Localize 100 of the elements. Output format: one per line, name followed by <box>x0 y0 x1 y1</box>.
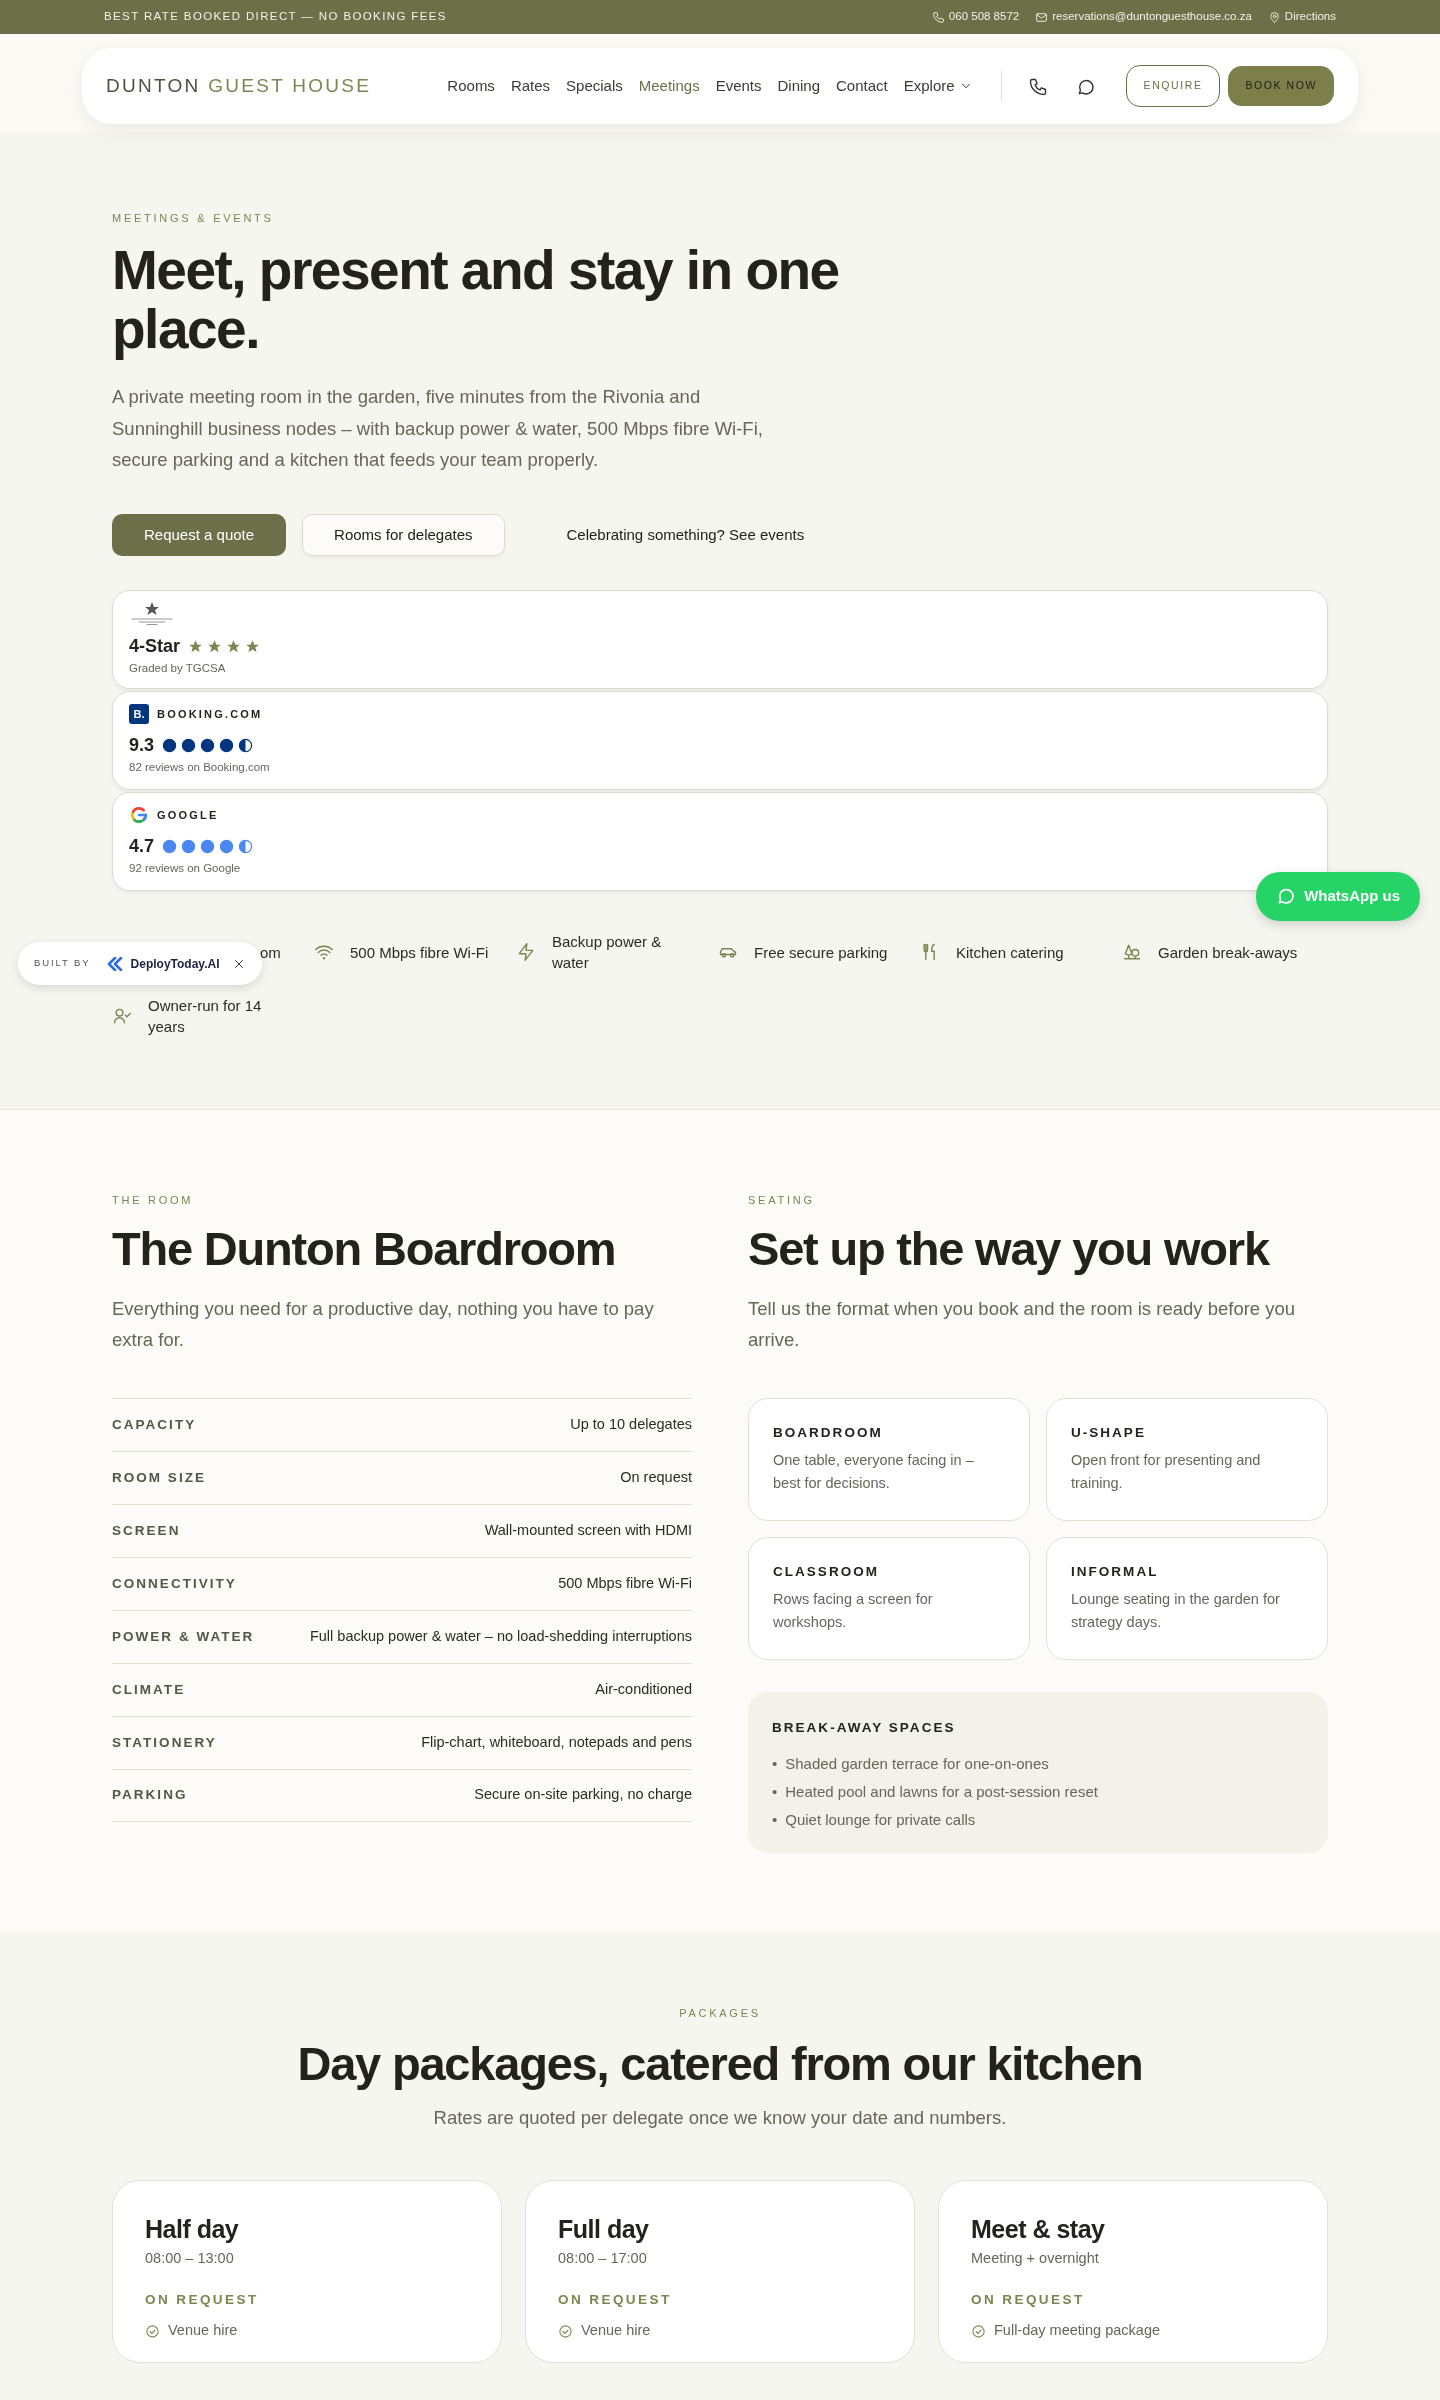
tagline-text: BEST RATE BOOKED DIRECT — NO BOOKING FEES <box>104 9 447 25</box>
brand-logo[interactable]: DUNTON GUEST HOUSE <box>106 71 372 101</box>
dot-icon <box>181 839 197 855</box>
enquire-button[interactable]: ENQUIRE <box>1125 65 1221 107</box>
chevrons-logo-icon <box>106 956 123 971</box>
rating-score: 4-Star <box>129 635 181 659</box>
nav-link[interactable]: Events <box>707 74 770 98</box>
package-item: Venue hire <box>168 2321 238 2341</box>
spec-value: Air-conditioned <box>595 1680 692 1699</box>
nav-link[interactable]: Rates <box>502 74 559 98</box>
map-pin-icon <box>1267 10 1281 24</box>
email-link[interactable]: reservations@duntonguesthouse.co.za <box>1052 8 1252 26</box>
section-text: Everything you need for a productive day, nothing you have to pay extra for. <box>112 1297 655 1353</box>
layout-name: U-SHAPE <box>1071 1423 1147 1442</box>
booking-logo: B. <box>129 704 149 725</box>
dot-icon <box>200 839 216 855</box>
section-title: Day packages, catered from our kitchen <box>296 2035 1144 2092</box>
feature-label: Owner-run for 14 years <box>148 996 263 1038</box>
spec-label: PARKING <box>112 1786 188 1805</box>
book-now-button[interactable]: BOOK NOW <box>1228 66 1334 106</box>
rating-source: BOOKING.COM <box>157 707 263 723</box>
check-circle-icon <box>558 2323 573 2339</box>
section-title: The Dunton Boardroom <box>112 1220 617 1277</box>
package-name: Full day <box>558 2213 650 2245</box>
dot-icon <box>181 738 197 754</box>
layout-name: CLASSROOM <box>773 1562 880 1581</box>
phone-icon <box>1027 76 1048 97</box>
rating-caption: Graded by TGCSA <box>129 661 227 677</box>
package-time: Meeting + overnight <box>971 2249 1100 2269</box>
package-time: 08:00 – 17:00 <box>558 2249 648 2269</box>
dot-icon <box>219 839 235 855</box>
rating-source: GOOGLE <box>157 808 219 824</box>
nav-link[interactable]: Contact <box>828 74 896 98</box>
feature-label: 500 Mbps fibre Wi-Fi <box>350 942 489 963</box>
section-title: Set up the way you work <box>748 1220 1271 1277</box>
dot-icon <box>162 738 178 754</box>
feature-label: om <box>260 942 281 963</box>
section-eyebrow: SEATING <box>748 1193 816 1209</box>
delegates-button[interactable]: Rooms for delegates <box>302 513 505 557</box>
package-name: Half day <box>145 2213 240 2245</box>
breakaway-title: BREAK-AWAY SPACES <box>772 1718 957 1737</box>
package-price: ON REQUEST <box>971 2290 1086 2309</box>
dot-icon <box>162 839 178 855</box>
half-dot-icon <box>238 738 254 754</box>
spec-value: Secure on-site parking, no charge <box>474 1785 692 1805</box>
breakaway-item: • Heated pool and lawns for a post-session reset <box>772 1781 1099 1802</box>
layout-name: BOARDROOM <box>773 1423 884 1442</box>
spec-label: CAPACITY <box>112 1415 197 1434</box>
spec-label: CONNECTIVITY <box>112 1574 237 1593</box>
spec-label: ROOM SIZE <box>112 1468 206 1487</box>
package-item: Full-day meeting package <box>994 2321 1161 2341</box>
package-item: Venue hire <box>581 2321 651 2341</box>
feature-label: Backup power & water <box>552 932 663 974</box>
hero-text: A private meeting room in the garden, five minutes from the Rivonia and Sunninghill business nodes – with backup power & water, 500 Mbps fibre Wi-Fi, secure parking and a kitchen that feeds your team properly. <box>112 385 764 473</box>
feature-label: Free secure parking <box>754 942 888 963</box>
spec-value: On request <box>620 1468 692 1487</box>
layout-text: Lounge seating in the garden for strategy days. <box>1071 1590 1281 1632</box>
spec-label: CLIMATE <box>112 1680 186 1699</box>
spec-value: Up to 10 delegates <box>570 1415 692 1434</box>
directions-link[interactable]: Directions <box>1284 8 1336 26</box>
package-name: Meet & stay <box>971 2213 1106 2245</box>
layout-name: INFORMAL <box>1071 1562 1160 1581</box>
section-text: Rates are quoted per delegate once we know your date and numbers. <box>432 2106 1008 2131</box>
lightning-icon <box>516 942 536 963</box>
google-logo-icon <box>129 805 149 826</box>
hero-title: Meet, present and stay in one place. <box>112 240 840 360</box>
nav-link[interactable]: Dining <box>769 74 829 98</box>
nav-link[interactable]: Meetings <box>630 74 708 98</box>
spec-value: Flip-chart, whiteboard, notepads and pens <box>421 1733 692 1752</box>
nav-link[interactable]: Rooms <box>439 74 503 98</box>
spec-label: POWER & WATER <box>112 1627 255 1646</box>
section-eyebrow: PACKAGES <box>678 2006 762 2022</box>
rating-caption: 82 reviews on Booking.com <box>129 760 271 776</box>
spec-label: STATIONERY <box>112 1733 217 1752</box>
spec-label: SCREEN <box>112 1521 181 1540</box>
layout-text: Open front for presenting and training. <box>1071 1451 1262 1493</box>
explore-menu[interactable]: Explore <box>895 74 981 98</box>
dot-icon <box>219 738 235 754</box>
phone-link[interactable]: 060 508 8572 <box>948 8 1020 26</box>
nav-link[interactable]: Specials <box>558 74 631 98</box>
quote-button[interactable]: Request a quote <box>112 513 287 557</box>
check-circle-icon <box>145 2323 160 2339</box>
spec-value: Wall-mounted screen with HDMI <box>484 1521 692 1540</box>
built-by-brand: DeployToday.AI <box>130 955 220 973</box>
layout-text: One table, everyone facing in – best for decisions. <box>773 1451 975 1493</box>
events-link[interactable]: Celebrating something? See events <box>520 513 851 557</box>
package-price: ON REQUEST <box>558 2290 673 2309</box>
feature-label: Kitchen catering <box>956 942 1064 963</box>
section-eyebrow: MEETINGS & EVENTS <box>112 211 275 226</box>
chat-icon <box>1276 886 1297 907</box>
spec-value: Full backup power & water – no load-shedding interruptions <box>309 1627 692 1646</box>
breakaway-item: • Quiet lounge for private calls <box>772 1809 977 1830</box>
mail-icon <box>1035 10 1049 24</box>
rating-score: 4.7 <box>129 835 155 859</box>
package-price: ON REQUEST <box>145 2290 260 2309</box>
package-time: 08:00 – 13:00 <box>145 2249 235 2269</box>
rating-score: 9.3 <box>129 734 155 758</box>
breakaway-item: • Shaded garden terrace for one-on-ones <box>772 1754 1050 1775</box>
rating-caption: 92 reviews on Google <box>129 861 242 877</box>
section-text: Tell us the format when you book and the room is ready before you arrive. <box>748 1297 1297 1353</box>
